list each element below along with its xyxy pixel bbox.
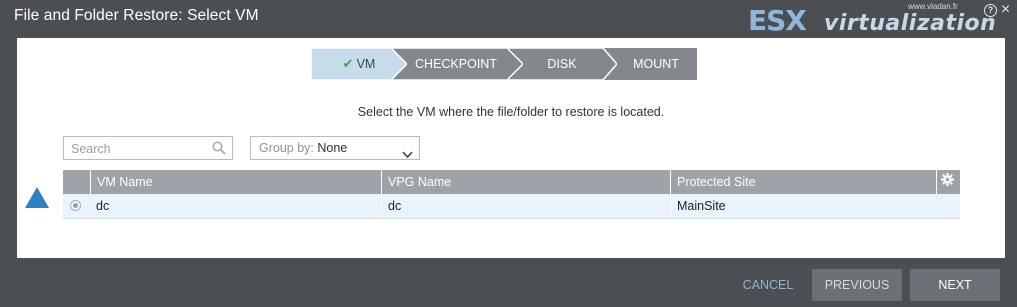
wizard-step-label: MOUNT [633,57,679,71]
close-icon[interactable]: × [999,2,1012,18]
group-by-select[interactable]: Group by: None [250,136,420,160]
next-button[interactable]: NEXT [910,269,1000,301]
row-select-cell[interactable] [63,194,90,218]
brand-suffix: virtualization [824,11,997,36]
instruction-text: Select the VM where the file/folder to r… [357,105,665,119]
search-input[interactable] [69,138,213,160]
brand-logo: ESX virtualization www.vladan.fr [748,2,996,40]
wizard-step-label: CHECKPOINT [415,57,497,71]
brand-prefix: ESX [748,4,807,37]
cell-vm-name: dc [96,199,110,213]
annotation-arrow-icon [24,186,50,214]
group-by-label: Group by: [259,141,314,155]
cell-vpg-name: dc [381,194,670,218]
column-header-protected-site[interactable]: Protected Site [670,170,936,194]
vm-table: VM Name VPG Name Protected Site dc dc Ma… [63,170,960,219]
wizard-step-vm: ✔ VM [311,48,407,80]
column-header-select [63,170,90,194]
chevron-down-icon[interactable] [402,144,413,166]
help-icon[interactable]: ? [984,4,997,17]
wizard-step-label: VM [356,57,376,71]
column-header-vm-name[interactable]: VM Name [90,170,381,194]
row-radio[interactable] [70,200,81,211]
dialog-panel: MOUNT DISK CHECKPOINT ✔ VM Select the VM … [17,38,1005,258]
brand-site: www.vladan.fr [908,2,958,11]
table-settings-button[interactable] [936,170,960,194]
wizard-step-label: DISK [547,57,577,71]
previous-button[interactable]: PREVIOUS [812,269,902,301]
search-icon[interactable] [212,141,226,160]
dialog-title: File and Folder Restore: Select VM [14,7,259,24]
check-icon: ✔ [342,56,354,71]
cell-protected-site: MainSite [670,194,936,218]
column-header-vpg-name[interactable]: VPG Name [381,170,670,194]
wizard-steps: MOUNT DISK CHECKPOINT ✔ VM [311,48,711,80]
wizard-step-disk: DISK [507,48,617,80]
gear-icon[interactable] [941,173,954,189]
search-box[interactable] [63,136,233,160]
table-header: VM Name VPG Name Protected Site [63,170,960,194]
cancel-button[interactable]: CANCEL [735,269,801,301]
wizard-step-checkpoint: CHECKPOINT [389,48,523,80]
table-row[interactable]: dc dc MainSite [63,194,960,219]
wizard-step-mount: MOUNT [601,48,711,80]
group-by-value: None [317,141,348,155]
